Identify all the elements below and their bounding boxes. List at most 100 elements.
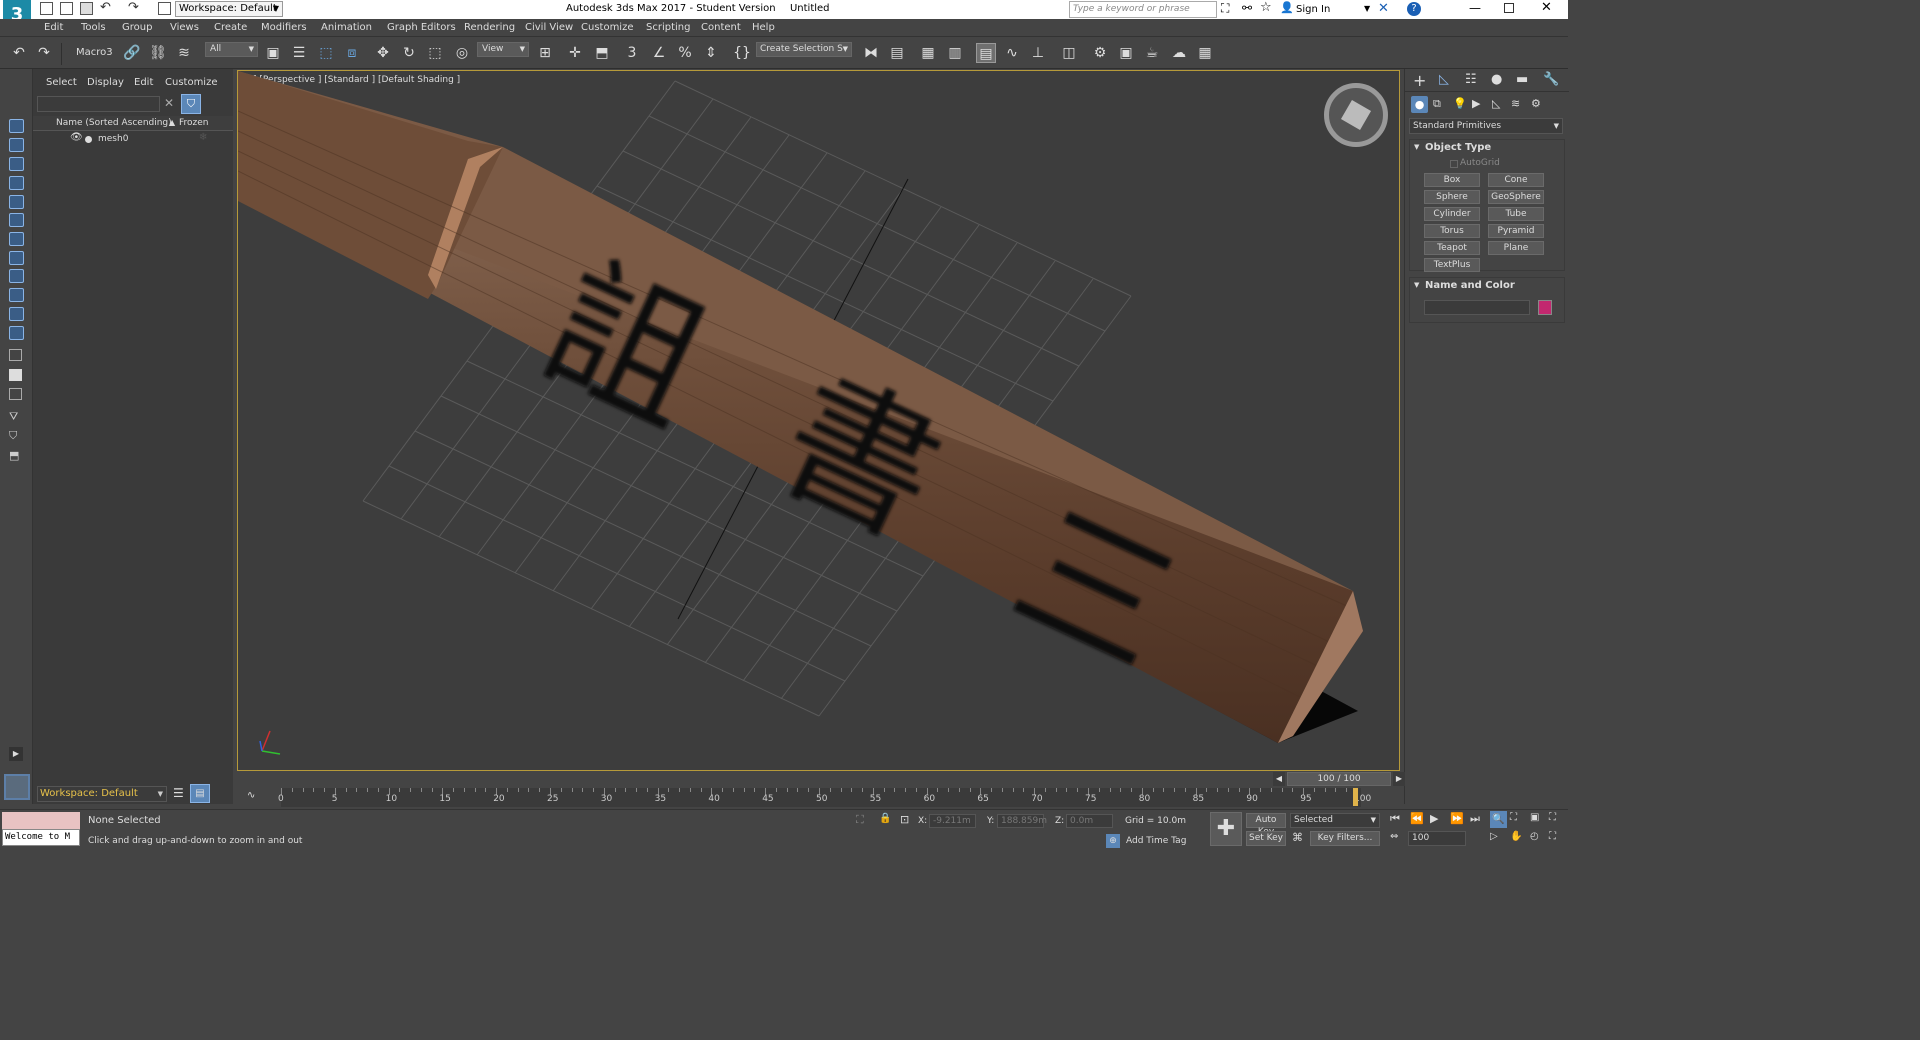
- hierarchy-tab-icon[interactable]: ☷: [1465, 72, 1477, 87]
- redo-icon[interactable]: ↷: [34, 43, 54, 63]
- display-helpers-icon[interactable]: [9, 195, 24, 209]
- layer-explorer-icon[interactable]: ▦: [918, 43, 938, 63]
- fov-icon[interactable]: ▷: [1490, 831, 1498, 842]
- set-key-big-button[interactable]: ✚: [1210, 812, 1242, 846]
- funnel-icon[interactable]: ⛛: [9, 410, 18, 424]
- user-icon[interactable]: 👤: [1280, 1, 1294, 14]
- zoom-icon[interactable]: 🔍: [1490, 811, 1507, 828]
- render-cloud-icon[interactable]: ☁: [1169, 43, 1189, 63]
- workspace-dropdown[interactable]: Workspace: Default ▼: [175, 1, 283, 17]
- object-name-input[interactable]: [1424, 300, 1530, 315]
- motion-tab-icon[interactable]: ●: [1491, 72, 1502, 87]
- time-config-icon[interactable]: ⇔: [1390, 831, 1398, 842]
- shapes-category-icon[interactable]: ⧉: [1433, 97, 1441, 111]
- rendered-frame-icon[interactable]: ▣: [1116, 43, 1136, 63]
- track-bar[interactable]: 0 5 10 15 20 25 30 35 40 45 50 55 60 65 70 75 80 85 90 95 10…: [278, 788, 1371, 807]
- help-icon[interactable]: ?: [1407, 2, 1421, 16]
- search-input[interactable]: Type a keyword or phrase: [1069, 1, 1217, 18]
- key-mode-dropdown[interactable]: Selected ▼: [1290, 813, 1380, 828]
- menu-rendering[interactable]: Rendering: [464, 22, 515, 33]
- sort-by-hierarchy-icon[interactable]: ▤: [190, 784, 210, 803]
- prev-frame-arrow-icon[interactable]: ◀: [1273, 772, 1285, 786]
- next-frame-arrow-icon[interactable]: ▶: [1393, 772, 1405, 786]
- cameras-category-icon[interactable]: ▶: [1472, 97, 1480, 110]
- column-frozen[interactable]: Frozen: [179, 118, 209, 128]
- percent-snap-icon[interactable]: %: [675, 43, 695, 63]
- pan-icon[interactable]: ✋: [1510, 831, 1522, 842]
- collapse-arrow-icon[interactable]: ▼: [1414, 281, 1419, 289]
- material-editor-icon[interactable]: ◫: [1059, 43, 1079, 63]
- spacewarps-category-icon[interactable]: ≋: [1511, 97, 1520, 110]
- tab-select[interactable]: Select: [46, 77, 77, 88]
- list-item[interactable]: 👁 mesh0 ❄: [33, 132, 233, 147]
- menu-modifiers[interactable]: Modifiers: [261, 22, 307, 33]
- tab-customize[interactable]: Customize: [165, 77, 218, 88]
- unlink-icon[interactable]: ⛓: [148, 43, 168, 63]
- mirror-icon[interactable]: ⧓: [861, 43, 881, 63]
- maxscript-listener[interactable]: Welcome to M: [2, 829, 80, 846]
- maxscript-listener-pink[interactable]: [2, 812, 80, 829]
- isolate-icon[interactable]: ⛶: [856, 813, 864, 827]
- key-filters-button[interactable]: Key Filters...: [1310, 831, 1380, 846]
- modify-tab-icon[interactable]: ◺: [1439, 72, 1449, 87]
- display-children-icon[interactable]: [9, 349, 22, 361]
- display-influences-icon[interactable]: [9, 369, 22, 381]
- sign-in-link[interactable]: Sign In: [1296, 4, 1330, 15]
- teapot-button[interactable]: Teapot: [1424, 241, 1480, 255]
- menu-edit[interactable]: Edit: [44, 22, 63, 33]
- y-coordinate[interactable]: 188.859m: [997, 814, 1047, 828]
- ribbon-icon[interactable]: ▥: [945, 43, 965, 63]
- spinner-snap-icon[interactable]: ⇕: [701, 43, 721, 63]
- filter-toggle-icon[interactable]: ⛉: [181, 94, 201, 114]
- save-icon[interactable]: [80, 2, 93, 15]
- display-groups-icon[interactable]: [9, 232, 24, 246]
- render-setup-icon[interactable]: ⚙: [1090, 43, 1110, 63]
- display-shapes-icon[interactable]: [9, 138, 24, 152]
- selection-filter-dropdown[interactable]: All ▼: [205, 42, 258, 57]
- absolute-mode-icon[interactable]: ⊡: [900, 813, 909, 826]
- systems-category-icon[interactable]: ⚙: [1531, 97, 1541, 110]
- filter-icon[interactable]: ⛉: [9, 429, 17, 443]
- menu-content[interactable]: Content: [701, 22, 741, 33]
- exchange-icon[interactable]: ✕: [1378, 1, 1393, 16]
- geosphere-button[interactable]: GeoSphere: [1488, 190, 1544, 204]
- chevron-down-icon[interactable]: ▼: [1364, 4, 1370, 13]
- redo-icon[interactable]: ↷: [128, 0, 139, 15]
- lights-category-icon[interactable]: 💡: [1453, 97, 1467, 110]
- tab-edit[interactable]: Edit: [134, 77, 153, 88]
- primitives-dropdown[interactable]: Standard Primitives ▼: [1409, 118, 1563, 134]
- z-coordinate[interactable]: 0.0m: [1066, 814, 1113, 828]
- restore-icon[interactable]: [1504, 3, 1514, 13]
- display-dependents-icon[interactable]: [9, 388, 22, 400]
- perspective-viewport[interactable]: [+] [Perspective ] [Standard ] [Default …: [237, 70, 1400, 771]
- move-icon[interactable]: ✥: [373, 43, 393, 63]
- play-icon[interactable]: ▶: [1430, 812, 1438, 825]
- minimize-icon[interactable]: —: [1469, 1, 1481, 15]
- workspace-selector[interactable]: Workspace: Default ▼: [37, 786, 167, 802]
- schematic-view-icon[interactable]: ⊥: [1028, 43, 1048, 63]
- render-dot-icon[interactable]: [85, 136, 92, 143]
- tube-button[interactable]: Tube: [1488, 207, 1544, 221]
- visibility-eye-icon[interactable]: 👁: [70, 132, 83, 143]
- close-icon[interactable]: ✕: [1541, 0, 1552, 15]
- zoom-extents-icon[interactable]: ▣: [1530, 812, 1539, 823]
- zoom-extents-all-icon[interactable]: ⛶: [1549, 812, 1556, 823]
- time-slider[interactable]: 100 / 100: [1287, 772, 1391, 786]
- frozen-snowflake-icon[interactable]: ❄: [199, 132, 207, 143]
- display-cameras-icon[interactable]: [9, 176, 24, 190]
- bind-space-warp-icon[interactable]: ≋: [174, 43, 194, 63]
- view-cube[interactable]: [1324, 83, 1388, 147]
- plane-button[interactable]: Plane: [1488, 241, 1544, 255]
- current-frame-input[interactable]: 100: [1408, 831, 1466, 846]
- menu-views[interactable]: Views: [170, 22, 199, 33]
- viewport-layout-icon[interactable]: [4, 774, 30, 800]
- time-tag-icon[interactable]: ⊕: [1106, 834, 1120, 848]
- view-cube-face[interactable]: [1340, 99, 1372, 131]
- angle-snap-icon[interactable]: ∠: [649, 43, 669, 63]
- cylinder-button[interactable]: Cylinder: [1424, 207, 1480, 221]
- display-xrefs-icon[interactable]: [9, 251, 24, 265]
- sync-selection-icon[interactable]: ⬒: [9, 449, 19, 462]
- placement-icon[interactable]: ◎: [452, 43, 472, 63]
- layers-icon[interactable]: ☰: [173, 786, 184, 800]
- new-file-icon[interactable]: [40, 2, 53, 15]
